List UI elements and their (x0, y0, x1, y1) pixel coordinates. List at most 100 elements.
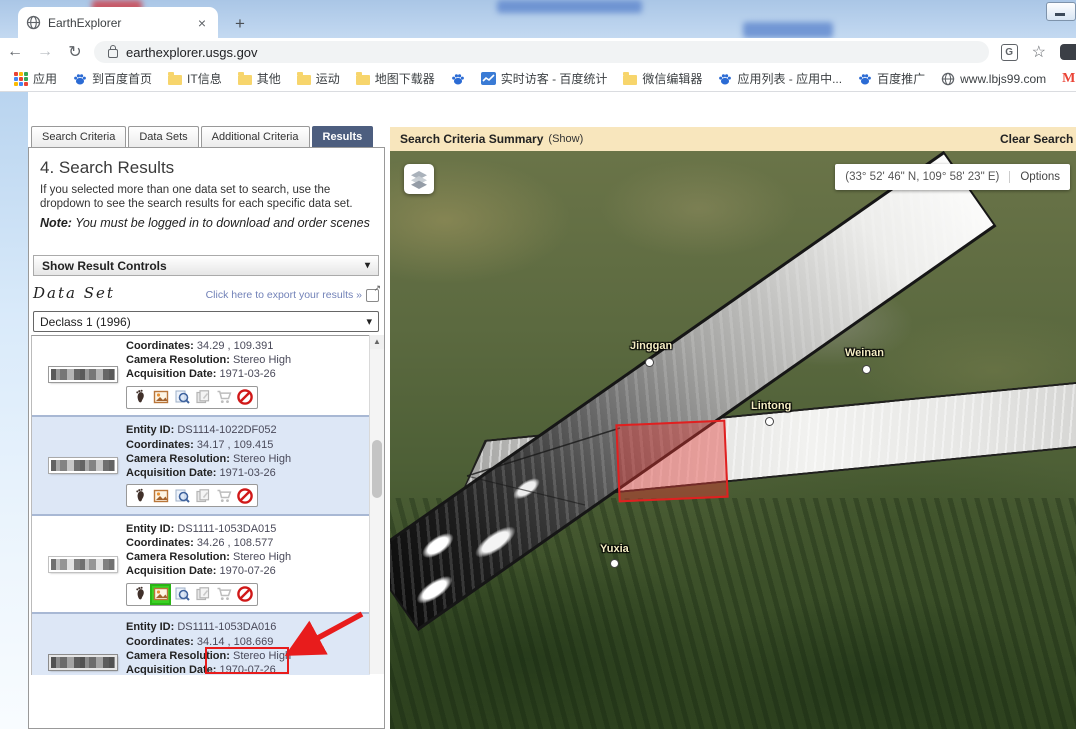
bookmark-item[interactable]: 百度推广 (852, 68, 931, 89)
scrollbar-thumb[interactable] (372, 440, 382, 498)
cart-icon[interactable] (215, 389, 232, 406)
bookmark-item[interactable]: M Gmail (1056, 69, 1076, 89)
baidu-paw-icon (858, 72, 872, 86)
scene-coordinates: Coordinates: 34.17 , 109.415 (126, 438, 366, 452)
compare-icon[interactable] (194, 487, 211, 504)
bookmark-folder[interactable]: 其他 (232, 68, 287, 89)
browse-overlay-icon[interactable] (152, 389, 169, 406)
bookmark-item[interactable]: www.lbjs99.com (935, 70, 1052, 88)
bookmark-item[interactable]: 应用列表 - 应用中... (712, 68, 848, 89)
globe-icon (941, 72, 955, 86)
scene-camera: Camera Resolution: Stereo High (126, 452, 366, 466)
bookmark-apps[interactable]: 应用 (8, 68, 63, 89)
browser-tab[interactable]: EarthExplorer × (18, 7, 218, 38)
chart-icon (481, 72, 496, 85)
place-marker-dot (862, 365, 871, 374)
dataset-select[interactable]: Declass 1 (1996) ▾ (33, 311, 379, 332)
bookmark-item[interactable]: 实时访客 - 百度统计 (475, 68, 614, 89)
no-download-icon[interactable] (236, 487, 253, 504)
tab-data-sets[interactable]: Data Sets (128, 126, 198, 147)
reload-icon[interactable]: ↻ (60, 42, 90, 62)
browse-overlay-icon-selected[interactable] (152, 586, 169, 603)
bookmark-folder[interactable]: 微信编辑器 (617, 68, 708, 89)
layers-button[interactable] (404, 164, 434, 194)
result-row: Entity ID: DS1114-1022DF052 Coordinates:… (32, 417, 370, 516)
scene-actions (126, 386, 258, 409)
redacted-block (497, 0, 642, 13)
export-icon (366, 289, 379, 302)
footprint-icon[interactable] (131, 487, 148, 504)
footprint-icon[interactable] (131, 389, 148, 406)
metadata-browse-icon[interactable] (173, 487, 190, 504)
search-criteria-summary-bar: Search Criteria Summary (Show) Clear Sea… (390, 127, 1076, 151)
selected-scene-footprint[interactable] (615, 420, 728, 503)
browse-overlay-icon[interactable] (152, 487, 169, 504)
map-canvas[interactable]: Jinggan Weinan Lintong Yuxia (33° 52' 46… (390, 151, 1076, 729)
clear-search-link[interactable]: Clear Search C (1000, 132, 1076, 146)
place-marker-dot (765, 417, 774, 426)
no-download-icon[interactable] (236, 586, 253, 603)
bookmark-item[interactable] (445, 70, 471, 88)
scene-thumbnail[interactable] (49, 655, 117, 670)
new-tab-button[interactable]: + (228, 12, 252, 36)
bookmark-folder[interactable]: 地图下载器 (350, 68, 441, 89)
metadata-browse-icon[interactable] (173, 586, 190, 603)
compare-icon[interactable] (194, 389, 211, 406)
tab-close-icon[interactable]: × (194, 16, 210, 30)
browser-titlebar: EarthExplorer × + (0, 0, 1076, 38)
results-scrollbar[interactable]: ▲ (369, 335, 384, 674)
screen: EarthExplorer × + ← → ↻ earthexplorer.us… (0, 0, 1076, 729)
result-row: Coordinates: 34.29 , 109.391 Camera Reso… (32, 336, 370, 417)
compare-icon[interactable] (194, 586, 211, 603)
bookmarks-bar: 应用 到百度首页 IT信息 其他 运动 地图下载器 实时访客 - 百度统计 (0, 66, 1076, 92)
extension-icon[interactable] (1060, 44, 1076, 60)
bookmark-star-icon[interactable]: ☆ (1032, 42, 1046, 62)
url-text[interactable]: earthexplorer.usgs.gov (126, 45, 258, 60)
back-icon[interactable]: ← (0, 43, 30, 61)
place-label: Lintong (751, 400, 791, 412)
no-download-icon[interactable] (236, 389, 253, 406)
panel-tabs: Search Criteria Data Sets Additional Cri… (31, 126, 373, 147)
result-row: Entity ID: DS1111-1053DA015 Coordinates:… (32, 516, 370, 615)
bookmark-item[interactable]: 到百度首页 (67, 68, 158, 89)
earthexplorer-page: Search Criteria Data Sets Additional Cri… (0, 92, 1076, 729)
chevron-down-icon: ▾ (366, 315, 372, 328)
translate-icon[interactable]: G (1001, 44, 1018, 61)
options-button[interactable]: Options (1009, 171, 1070, 183)
scene-date: Acquisition Date: 1971-03-26 (126, 367, 366, 381)
baidu-paw-icon (73, 72, 87, 86)
tab-results[interactable]: Results (312, 126, 374, 147)
cart-icon[interactable] (215, 487, 232, 504)
scene-date: Acquisition Date: 1970-07-26 (126, 564, 366, 578)
cart-icon[interactable] (215, 586, 232, 603)
baidu-paw-icon (451, 72, 465, 86)
bookmark-folder[interactable]: IT信息 (162, 68, 228, 89)
baidu-paw-icon (718, 72, 732, 86)
minimize-button[interactable] (1046, 2, 1076, 21)
forward-icon[interactable]: → (30, 43, 60, 61)
export-results-link[interactable]: Click here to export your results » (206, 289, 379, 302)
folder-icon (238, 75, 252, 85)
address-bar[interactable]: earthexplorer.usgs.gov (94, 41, 989, 63)
folder-icon (168, 75, 182, 85)
metadata-browse-icon[interactable] (173, 389, 190, 406)
folder-icon (356, 75, 370, 85)
scene-thumbnail[interactable] (49, 367, 117, 382)
apps-grid-icon (14, 72, 28, 86)
place-marker-dot (610, 559, 619, 568)
scene-thumbnail[interactable] (49, 557, 117, 572)
scene-coordinates: Coordinates: 34.29 , 109.391 (126, 339, 366, 353)
tab-search-criteria[interactable]: Search Criteria (31, 126, 126, 147)
place-label: Weinan (845, 347, 884, 359)
footprint-icon[interactable] (131, 586, 148, 603)
results-description: If you selected more than one data set t… (40, 184, 372, 211)
tab-additional-criteria[interactable]: Additional Criteria (201, 126, 310, 147)
annotation-arrow (276, 606, 368, 668)
show-result-controls[interactable]: Show Result Controls ▾ (33, 255, 379, 276)
summary-show-toggle[interactable]: (Show) (548, 133, 583, 145)
scene-thumbnail[interactable] (49, 458, 117, 473)
page-background-gradient (0, 92, 28, 729)
scroll-up-icon[interactable]: ▲ (370, 335, 384, 349)
data-set-label: Data Set (33, 284, 115, 302)
bookmark-folder[interactable]: 运动 (291, 68, 346, 89)
